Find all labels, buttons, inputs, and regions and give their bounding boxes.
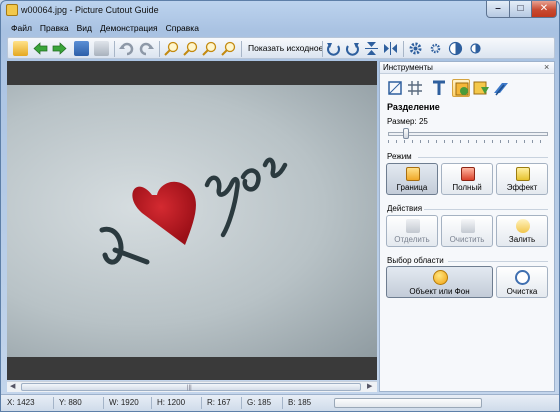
status-b: B: 185: [288, 398, 312, 407]
size-slider-thumb[interactable]: [403, 128, 409, 139]
actions-group-label: Действия: [387, 204, 423, 213]
scroll-left-arrow-icon[interactable]: ◀: [10, 382, 15, 390]
save-icon[interactable]: [74, 41, 89, 56]
tools-panel: Инструменты × Разделение Размер: 25 Режи…: [379, 61, 555, 392]
rotate-right-icon[interactable]: [345, 41, 360, 56]
undo-icon[interactable]: [119, 41, 134, 56]
progress-bar: [334, 398, 482, 408]
zoom-in-icon[interactable]: [164, 41, 179, 56]
status-y: Y: 880: [59, 398, 82, 407]
heart-shape: [132, 181, 196, 245]
scroll-right-arrow-icon[interactable]: ▶: [367, 382, 372, 390]
clear-action-label: Очистить: [449, 235, 485, 244]
minimize-button[interactable]: –: [486, 1, 510, 18]
grid-tool-icon[interactable]: [406, 79, 424, 97]
forward-arrow-icon[interactable]: [52, 41, 67, 56]
flip-horizontal-icon[interactable]: [383, 41, 398, 56]
status-x: X: 1423: [7, 398, 35, 407]
status-r: R: 167: [207, 398, 231, 407]
size-slider-track[interactable]: [388, 132, 548, 136]
horizontal-scrollbar[interactable]: ◀ ||| ▶: [7, 381, 377, 392]
fill-button[interactable]: Залить: [496, 215, 548, 247]
cutout-tool-icon[interactable]: [452, 79, 470, 97]
toolbar: Показать исходное: [7, 37, 555, 59]
app-icon: [6, 4, 18, 16]
clear-circle-icon: [515, 270, 530, 285]
clear-action-button[interactable]: Очистить: [441, 215, 493, 247]
menu-file[interactable]: Файл: [7, 22, 36, 36]
section-title: Разделение: [387, 102, 440, 112]
maximize-button[interactable]: □: [509, 1, 532, 18]
eraser-icon: [461, 219, 475, 233]
menu-help[interactable]: Справка: [162, 22, 203, 36]
background-tool-icon[interactable]: [472, 79, 490, 97]
menu-bar: Файл Правка Вид Демонстрация Справка: [7, 22, 203, 36]
zoom-out-icon[interactable]: [183, 41, 198, 56]
window-title: w00064.jpg - Picture Cutout Guide: [21, 5, 159, 15]
panel-close-icon[interactable]: ×: [544, 62, 549, 72]
mode-full-button[interactable]: Полный: [441, 163, 493, 195]
photo-image: I you: [7, 85, 377, 357]
size-label: Размер: 25: [387, 117, 428, 126]
size-slider-ticks: [388, 140, 548, 143]
mode-full-label: Полный: [452, 183, 482, 192]
text-tool-icon[interactable]: [430, 79, 448, 97]
menu-edit[interactable]: Правка: [36, 22, 73, 36]
fill-label: Залить: [508, 235, 536, 244]
separate-label: Отделить: [394, 235, 430, 244]
mode-group-label: Режим: [387, 152, 412, 161]
title-bar[interactable]: w00064.jpg - Picture Cutout Guide – □ ✕: [1, 1, 559, 20]
zoom-fit-icon[interactable]: [202, 41, 217, 56]
mode-border-label: Граница: [396, 183, 428, 192]
contrast-icon[interactable]: [448, 41, 463, 56]
mode-effect-button[interactable]: Эффект: [496, 163, 548, 195]
mode-effect-label: Эффект: [506, 183, 538, 192]
back-arrow-icon[interactable]: [33, 41, 48, 56]
effect-mode-icon: [516, 167, 530, 181]
settings-gear-icon[interactable]: [408, 41, 423, 56]
tools-panel-title: Инструменты: [383, 63, 433, 72]
separate-button[interactable]: Отделить: [386, 215, 438, 247]
object-circle-icon: [433, 270, 448, 285]
menu-view[interactable]: Вид: [73, 22, 96, 36]
status-h: H: 1200: [157, 398, 186, 407]
full-mode-icon: [461, 167, 475, 181]
object-or-background-label: Объект или Фон: [409, 287, 470, 296]
brightness-icon[interactable]: [468, 41, 483, 56]
effect-tool-icon[interactable]: [492, 79, 510, 97]
show-original-button[interactable]: Показать исходное: [248, 43, 323, 53]
region-group-label: Выбор области: [387, 256, 444, 265]
gear-small-icon[interactable]: [428, 41, 443, 56]
crop-tool-icon[interactable]: [386, 79, 404, 97]
separate-icon: [406, 219, 420, 233]
status-g: G: 185: [247, 398, 272, 407]
close-button[interactable]: ✕: [531, 1, 557, 18]
fill-icon: [516, 219, 530, 233]
redo-icon[interactable]: [139, 41, 154, 56]
tools-panel-header: Инструменты ×: [380, 62, 554, 74]
flip-vertical-icon[interactable]: [364, 41, 379, 56]
menu-demo[interactable]: Демонстрация: [96, 22, 162, 36]
scrollbar-thumb[interactable]: |||: [21, 383, 361, 391]
zoom-actual-icon[interactable]: [221, 41, 236, 56]
status-w: W: 1920: [109, 398, 139, 407]
region-clear-button[interactable]: Очистка: [496, 266, 548, 298]
border-mode-icon: [406, 167, 420, 181]
app-window: w00064.jpg - Picture Cutout Guide – □ ✕ …: [0, 0, 560, 412]
object-or-background-button[interactable]: Объект или Фон: [386, 266, 493, 298]
region-clear-label: Очистка: [506, 287, 538, 296]
print-icon[interactable]: [94, 41, 109, 56]
rotate-left-icon[interactable]: [326, 41, 341, 56]
mode-border-button[interactable]: Граница: [386, 163, 438, 195]
open-folder-icon[interactable]: [13, 41, 28, 56]
status-bar: X: 1423 Y: 880 W: 1920 H: 1200 R: 167 G:…: [1, 394, 559, 411]
